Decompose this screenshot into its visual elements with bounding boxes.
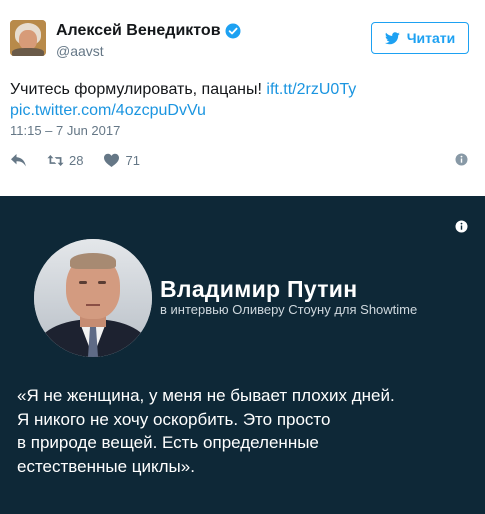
- info-icon[interactable]: [455, 153, 468, 166]
- speaker-subtitle: в интервью Оливеру Стоуну для Showtime: [160, 302, 418, 317]
- tweet-link-pic[interactable]: pic.twitter.com/4ozcpuDvVu: [10, 102, 206, 119]
- speaker-portrait: [34, 239, 152, 357]
- like-button[interactable]: 71: [103, 152, 140, 168]
- quote-line: в природе вещей. Есть определенные: [17, 433, 319, 452]
- author-handle[interactable]: @aavst: [56, 43, 104, 59]
- retweet-icon: [47, 154, 64, 166]
- reply-button[interactable]: [10, 153, 27, 168]
- author-name[interactable]: Алексей Венедиктов: [56, 22, 221, 40]
- quote-line: Я никого не хочу оскорбить. Это просто: [17, 409, 331, 429]
- like-count: 71: [125, 152, 140, 168]
- twitter-bird-icon: [384, 31, 400, 44]
- reply-icon: [11, 153, 26, 166]
- tweet-body: Учитесь формулировать, пацаны!: [10, 81, 267, 98]
- quote-line: «Я не женщина, у меня не бывает плохих д…: [17, 386, 395, 405]
- heart-icon: [104, 153, 120, 167]
- speaker-name: Владимир Путин: [160, 276, 358, 302]
- author-avatar[interactable]: [10, 20, 46, 56]
- tweet-actions: 28 71: [10, 151, 160, 169]
- tweet-embed: Алексей Венедиктов @aavst Читати Учитесь…: [0, 0, 485, 196]
- verified-badge-icon: [225, 23, 241, 39]
- media-info-icon[interactable]: [455, 220, 468, 233]
- tweet-timestamp[interactable]: 11:15 – 7 Jun 2017: [10, 123, 120, 138]
- follow-button[interactable]: Читати: [371, 22, 469, 54]
- follow-button-label: Читати: [406, 30, 456, 46]
- quote-text: «Я не женщина, у меня не бывает плохих д…: [17, 384, 472, 478]
- tweet-text: Учитесь формулировать, пацаны! ift.tt/2r…: [10, 79, 470, 121]
- retweet-count: 28: [69, 152, 84, 168]
- tweet-media-image[interactable]: Владимир Путин в интервью Оливеру Стоуну…: [0, 196, 485, 514]
- retweet-button[interactable]: 28: [47, 153, 83, 168]
- quote-line: естественные циклы».: [17, 456, 195, 476]
- tweet-link-ifttt[interactable]: ift.tt/2rzU0Ty: [266, 81, 356, 98]
